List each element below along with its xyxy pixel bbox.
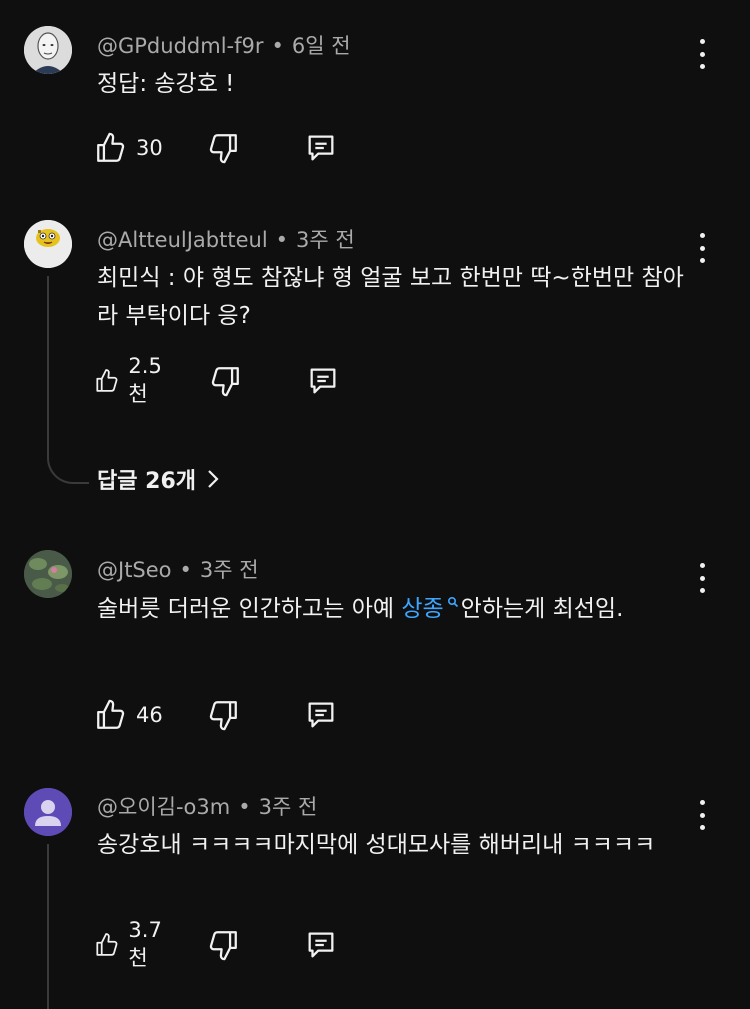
thread-line — [47, 276, 49, 452]
separator-dot: • — [271, 34, 284, 58]
comment-time[interactable]: 3주 전 — [296, 228, 355, 252]
reply-button[interactable] — [304, 697, 338, 733]
author-name[interactable]: @JtSeo — [97, 558, 172, 582]
thumbs-up-icon — [97, 132, 125, 162]
comment-text: 정답: 송강호 ! — [97, 71, 235, 97]
thumbs-down-icon — [211, 367, 239, 397]
author-name[interactable]: @GPduddml-f9r — [97, 34, 264, 58]
like-count: 3.7천 — [128, 918, 162, 970]
view-replies-button[interactable]: 답글 26개 — [97, 463, 220, 495]
reply-icon — [310, 368, 336, 394]
thread-line-curve — [47, 452, 89, 484]
dislike-button[interactable] — [206, 927, 240, 963]
comment-meta: @오이김-o3m • 3주 전 — [97, 791, 317, 821]
replies-label: 답글 26개 — [97, 469, 196, 494]
comment-meta: @AltteulJabtteul • 3주 전 — [97, 224, 355, 254]
reply-icon — [308, 702, 334, 728]
more-options-icon[interactable] — [690, 561, 714, 595]
separator-dot: • — [238, 795, 251, 819]
like-button[interactable]: 46 — [94, 697, 163, 733]
thumbs-up-icon — [96, 933, 118, 956]
avatar[interactable] — [24, 26, 72, 74]
avatar[interactable] — [24, 220, 72, 268]
comment-meta: @JtSeo • 3주 전 — [97, 554, 259, 584]
comment-time[interactable]: 3주 전 — [259, 795, 318, 819]
comment-time[interactable]: 6일 전 — [292, 34, 351, 58]
dislike-button[interactable] — [206, 130, 240, 166]
thread-line — [47, 844, 49, 1009]
comment-time[interactable]: 3주 전 — [200, 558, 259, 582]
chevron-right-icon — [208, 470, 219, 488]
more-options-icon[interactable] — [690, 231, 714, 265]
reply-icon — [308, 135, 334, 161]
comment-text-part: 술버릇 더러운 인간하고는 아예 — [97, 596, 402, 622]
avatar[interactable] — [24, 550, 72, 598]
reply-button[interactable] — [304, 927, 338, 963]
comment-text: 송강호내 ㅋㅋㅋㅋ마지막에 성대모사를 해버리내 ㅋㅋㅋㅋ — [97, 832, 656, 858]
comment-meta: @GPduddml-f9r • 6일 전 — [97, 30, 351, 60]
comment-text: 최민식 : 야 형도 참잖냐 형 얼굴 보고 한번만 딱~한번만 참아라 부탁이… — [97, 265, 684, 329]
white-face-avatar-icon — [24, 26, 72, 74]
author-name[interactable]: @AltteulJabtteul — [97, 228, 268, 252]
like-button[interactable]: 3.7천 — [94, 918, 169, 970]
search-link-label: 상종 — [401, 596, 444, 622]
reply-button[interactable] — [304, 130, 338, 166]
more-options-icon[interactable] — [690, 37, 714, 71]
more-options-icon[interactable] — [690, 798, 714, 832]
like-count: 2.5천 — [128, 354, 162, 406]
author-name[interactable]: @오이김-o3m — [97, 795, 230, 819]
avatar[interactable] — [24, 788, 72, 836]
search-link[interactable]: 상종 — [401, 596, 460, 622]
dislike-button[interactable] — [208, 363, 242, 399]
sponge-character-avatar-icon — [24, 220, 72, 268]
separator-dot: • — [179, 558, 192, 582]
thumbs-down-icon — [209, 701, 237, 731]
thumbs-up-icon — [96, 369, 118, 392]
thumbs-down-icon — [209, 931, 237, 961]
search-icon — [447, 596, 458, 608]
dislike-button[interactable] — [206, 697, 240, 733]
reply-icon — [308, 932, 334, 958]
like-button[interactable]: 30 — [94, 130, 163, 166]
comment-text-part: 안하는게 최선임. — [460, 596, 624, 622]
thumbs-up-icon — [97, 699, 125, 729]
lily-pad-avatar-icon — [24, 550, 72, 598]
like-count: 46 — [136, 703, 163, 727]
separator-dot: • — [275, 228, 289, 252]
like-count: 30 — [136, 136, 163, 160]
thumbs-down-icon — [209, 134, 237, 164]
default-person-avatar-icon — [24, 788, 72, 836]
like-button[interactable]: 2.5천 — [94, 354, 169, 406]
comment-text: 술버릇 더러운 인간하고는 아예 상종 안하는게 최선임. — [97, 590, 687, 628]
reply-button[interactable] — [306, 363, 340, 399]
